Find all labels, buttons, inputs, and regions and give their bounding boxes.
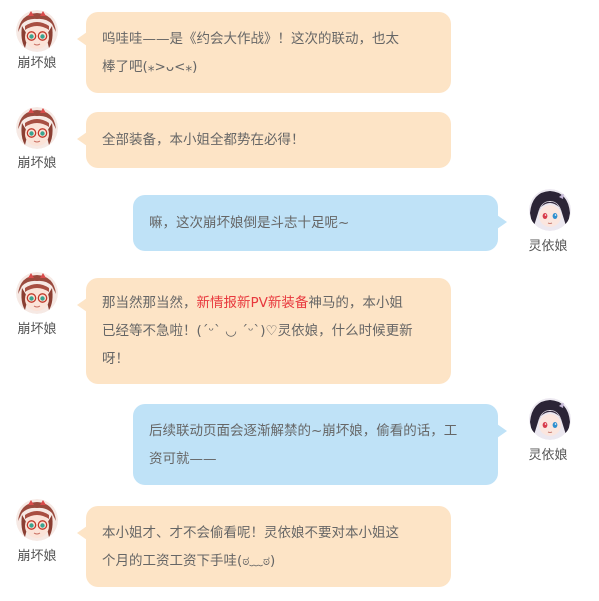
bubble-tail <box>497 215 507 229</box>
message-text-line: 那当然那当然，新情报新PV新装备神马的，本小姐 <box>102 295 403 311</box>
avatar-benghuai[interactable] <box>16 10 58 52</box>
highlighted-keywords: 新情报新PV新装备 <box>196 295 309 311</box>
message-text-line: 全部装备，本小姐全都势在必得！ <box>102 132 305 148</box>
message-text-line: 棒了吧(⁎>ᴗ<⁎) <box>102 58 198 75</box>
message-text-line: 资可就—— <box>149 450 217 467</box>
speaker-name: 灵依娘 <box>528 239 568 254</box>
bubble-tail <box>497 424 507 438</box>
message-bubble: 嘛，这次崩坏娘倒是斗志十足呢~ <box>133 195 507 251</box>
character-portrait-icon <box>16 10 58 52</box>
character-portrait-icon <box>16 107 58 149</box>
avatar-benghuai[interactable] <box>16 272 58 314</box>
message-bubble: 那当然那当然，新情报新PV新装备神马的，本小姐 已经等不急啦！(´ᵕ` ◡ ´ᵕ… <box>77 278 451 384</box>
message-text-segment: 那当然那当然， <box>102 295 197 311</box>
avatar-lingyi[interactable] <box>529 189 571 231</box>
character-portrait-icon <box>529 398 571 440</box>
message-text-line: 呀！ <box>102 351 129 367</box>
character-portrait-icon <box>16 499 58 541</box>
message-text-line: 已经等不急啦！(´ᵕ` ◡ ´ᵕ`)♡灵依娘，什么时候更新 <box>102 323 413 339</box>
bubble-tail <box>77 32 87 46</box>
message-bubble: 本小姐才、才不会偷看呢！灵依娘不要对本小姐这 个月的工资工资下手哇(ಠ﹏ಠ) <box>77 506 451 587</box>
bubble-tail <box>77 298 87 312</box>
message-bubble: 全部装备，本小姐全都势在必得！ <box>77 112 451 168</box>
speaker-name: 崩坏娘 <box>17 549 57 564</box>
bubble-tail <box>77 132 87 146</box>
avatar-benghuai[interactable] <box>16 107 58 149</box>
message-text-line: 后续联动页面会逐渐解禁的~崩坏娘，偷看的话，工 <box>149 422 458 439</box>
message-text-segment: 神马的，本小姐 <box>308 295 403 311</box>
character-portrait-icon <box>16 272 58 314</box>
message-text-line: 呜哇哇——是《约会大作战》！这次的联动，也太 <box>102 30 399 47</box>
speaker-name: 崩坏娘 <box>17 156 57 171</box>
message-text-line: 个月的工资工资下手哇(ಠ﹏ಠ) <box>102 552 276 569</box>
bubble-tail <box>77 526 87 540</box>
message-bubble: 呜哇哇——是《约会大作战》！这次的联动，也太 棒了吧(⁎>ᴗ<⁎) <box>77 12 451 93</box>
speaker-name: 灵依娘 <box>528 448 568 463</box>
speaker-name: 崩坏娘 <box>17 56 57 71</box>
character-portrait-icon <box>529 189 571 231</box>
message-text-line: 本小姐才、才不会偷看呢！灵依娘不要对本小姐这 <box>102 524 399 541</box>
speaker-name: 崩坏娘 <box>17 322 57 337</box>
message-bubble: 后续联动页面会逐渐解禁的~崩坏娘，偷看的话，工 资可就—— <box>133 404 507 485</box>
avatar-lingyi[interactable] <box>529 398 571 440</box>
avatar-benghuai[interactable] <box>16 499 58 541</box>
message-text-line: 嘛，这次崩坏娘倒是斗志十足呢~ <box>149 215 350 231</box>
